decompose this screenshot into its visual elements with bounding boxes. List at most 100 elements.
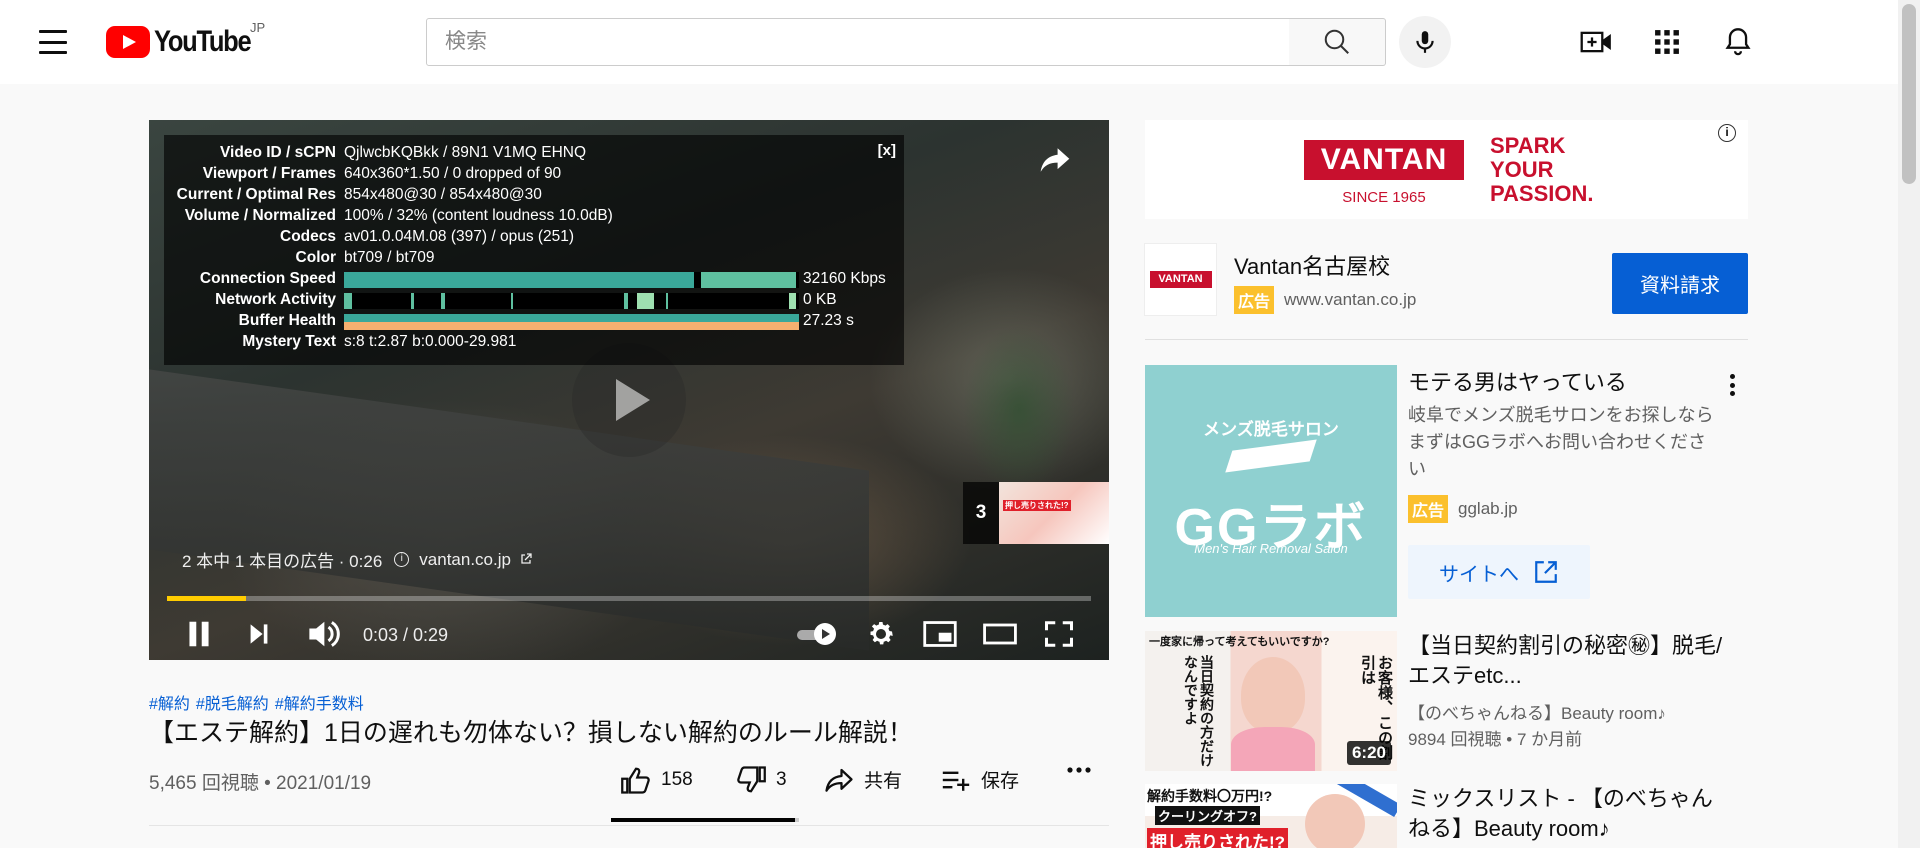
- like-ratio-fill: [611, 818, 796, 822]
- notifications-button[interactable]: [1718, 22, 1758, 62]
- thumbnail-text: 一度家に帰って考えてもいいですか?: [1149, 636, 1330, 648]
- scrollbar-thumb[interactable]: [1902, 4, 1916, 184]
- mute-button[interactable]: [301, 614, 345, 654]
- theater-mode-button[interactable]: [979, 614, 1021, 654]
- settings-button[interactable]: [861, 614, 901, 654]
- share-overlay-button[interactable]: [1035, 140, 1075, 180]
- video-duration: 6:20: [1346, 741, 1391, 765]
- fullscreen-button[interactable]: [1039, 614, 1079, 654]
- miniplayer-button[interactable]: [919, 614, 961, 654]
- playlist-add-icon: [942, 771, 970, 791]
- ad-link[interactable]: vantan.co.jp: [419, 549, 532, 570]
- search-button[interactable]: [1289, 18, 1386, 66]
- banner-slogan-line: PASSION.: [1490, 181, 1594, 206]
- like-button[interactable]: 158: [621, 766, 693, 794]
- stats-value: 640x360*1.50 / 0 dropped of 90: [344, 165, 562, 182]
- fullscreen-icon: [1045, 621, 1073, 647]
- volume-icon: [309, 621, 340, 647]
- theater-mode-icon: [983, 623, 1017, 645]
- page-scrollbar[interactable]: [1898, 0, 1920, 848]
- hashtag-link[interactable]: #脱毛解約: [196, 696, 269, 713]
- apps-grid-icon: [1655, 30, 1679, 54]
- share-button[interactable]: 共有: [824, 766, 902, 793]
- ad-badge: 広告: [1234, 286, 1275, 314]
- banner-ad[interactable]: VANTAN SINCE 1965 SPARK YOUR PASSION. i: [1145, 120, 1748, 219]
- thumbnail-text: 当日契約の方だけなんですよ: [1183, 655, 1215, 767]
- more-actions-button[interactable]: [1066, 766, 1092, 774]
- ad-info-icon[interactable]: i: [394, 552, 410, 567]
- miniplayer-icon: [923, 621, 957, 647]
- next-button[interactable]: [239, 614, 279, 654]
- share-label: 共有: [864, 771, 903, 792]
- request-brochure-button[interactable]: 資料請求: [1612, 253, 1748, 314]
- like-count: 158: [661, 769, 693, 790]
- video-title: 【当日契約割引の秘密㊙】脱毛/エステetc...: [1408, 633, 1723, 688]
- voice-search-button[interactable]: [1399, 16, 1451, 68]
- promo-image[interactable]: メンズ脱毛サロン GGラボ Men's Hair Removal Salon: [1145, 365, 1397, 617]
- external-link-icon: [521, 552, 532, 564]
- microphone-icon: [1416, 31, 1434, 53]
- stats-label: Video ID / sCPN: [220, 144, 336, 161]
- thumbnail-person: [1241, 657, 1305, 733]
- stats-value: 100% / 32% (content loudness 10.0dB): [344, 207, 613, 224]
- stats-label: Viewport / Frames: [202, 165, 336, 182]
- hashtag-link[interactable]: #解約: [149, 696, 190, 713]
- promo-title[interactable]: モテる男はヤっている: [1408, 365, 1627, 397]
- youtube-play-icon: [106, 26, 150, 58]
- progress-bar[interactable]: [167, 596, 1091, 601]
- ad-info-text: 2 本中 1 本目の広告 · 0:26: [182, 552, 383, 571]
- advertiser-domain: www.vantan.co.jp: [1284, 290, 1417, 309]
- channel-name: 【のべちゃんねる】Beauty room♪: [1408, 704, 1666, 723]
- dislike-button[interactable]: 3: [736, 766, 787, 794]
- advertiser-logo-text: VANTAN: [1149, 271, 1212, 288]
- time-display: 0:03 / 0:29: [363, 625, 449, 645]
- recommended-mix[interactable]: 解約手数料〇万円!? クーリングオフ? 押し売りされた!? ミックスリスト - …: [1145, 784, 1748, 848]
- video-thumbnail: 一度家に帰って考えてもいいですか? 当日契約の方だけなんですよ お客様、この割引…: [1145, 631, 1397, 771]
- advertiser-row: VANTAN Vantan名古屋校 広告 www.vantan.co.jp 資料…: [1144, 243, 1748, 318]
- dislike-count: 3: [776, 769, 787, 790]
- banner-slogan-line: SPARK: [1490, 133, 1566, 158]
- search-input[interactable]: [445, 30, 1271, 54]
- stats-label: Network Activity: [215, 291, 336, 308]
- stats-value: 854x480@30 / 854x480@30: [344, 186, 542, 203]
- recommended-video[interactable]: 一度家に帰って考えてもいいですか? 当日契約の方だけなんですよ お客様、この割引…: [1145, 631, 1748, 771]
- save-button[interactable]: 保存: [941, 766, 1019, 793]
- gear-icon: [870, 622, 893, 645]
- ad-badge: 広告: [1408, 495, 1449, 523]
- ad-preview-image: 押し売りされた!?: [999, 482, 1109, 544]
- video-title: 【エステ解約】1日の遅れも勿体ない？損しない解約のルール解説！: [149, 719, 913, 747]
- hashtag-link[interactable]: #解約手数料: [275, 696, 364, 713]
- pause-button[interactable]: [179, 614, 219, 654]
- stats-label: Connection Speed: [199, 270, 336, 287]
- menu-icon[interactable]: [36, 28, 70, 56]
- advertiser-name: Vantan名古屋校: [1234, 254, 1391, 279]
- promoted-ad: メンズ脱毛サロン GGラボ Men's Hair Removal Salon モ…: [1145, 365, 1748, 617]
- video-stats: 9894 回視聴 • 7 か月前: [1408, 730, 1583, 749]
- stats-value: 32160 Kbps: [803, 270, 886, 287]
- country-code: JP: [250, 20, 266, 35]
- stats-value: QjlwcbKQBkk / 89N1 V1MQ EHNQ: [344, 144, 587, 161]
- create-video-button[interactable]: [1576, 22, 1616, 62]
- stats-value: av01.0.04M.08 (397) / opus (251): [344, 228, 575, 245]
- ad-preview-text: 押し売りされた!?: [1003, 500, 1071, 511]
- apps-button[interactable]: [1647, 22, 1687, 62]
- more-vertical-icon[interactable]: [1722, 371, 1742, 399]
- autoplay-toggle[interactable]: [792, 614, 842, 654]
- search-box[interactable]: [426, 18, 1290, 66]
- stats-close-button[interactable]: [x]: [878, 142, 896, 159]
- video-player[interactable]: [x] Video ID / sCPN QjlwcbKQBkk / 89N1 V1…: [149, 120, 1109, 660]
- ad-preview-thumbnail[interactable]: 3 押し売りされた!?: [963, 482, 1109, 544]
- video-title: ミックスリスト - 【のべちゃんねる】Beauty room♪: [1408, 786, 1713, 841]
- thumbnail-text: 押し売りされた!?: [1147, 828, 1289, 848]
- ad-link-text: vantan.co.jp: [419, 549, 511, 569]
- youtube-logo[interactable]: YouTube: [106, 24, 267, 60]
- advertiser-avatar[interactable]: VANTAN: [1144, 243, 1217, 316]
- player-controls: 0:03 / 0:29: [149, 610, 1109, 658]
- thumbnail-text: クーリングオフ?: [1155, 806, 1260, 825]
- banner-logo: VANTAN: [1304, 140, 1464, 180]
- search-icon: [1324, 29, 1349, 54]
- save-label: 保存: [981, 771, 1020, 792]
- visit-site-button[interactable]: サイトへ: [1408, 545, 1590, 599]
- stats-label: Codecs: [280, 228, 336, 245]
- ad-info-icon[interactable]: i: [1718, 124, 1736, 142]
